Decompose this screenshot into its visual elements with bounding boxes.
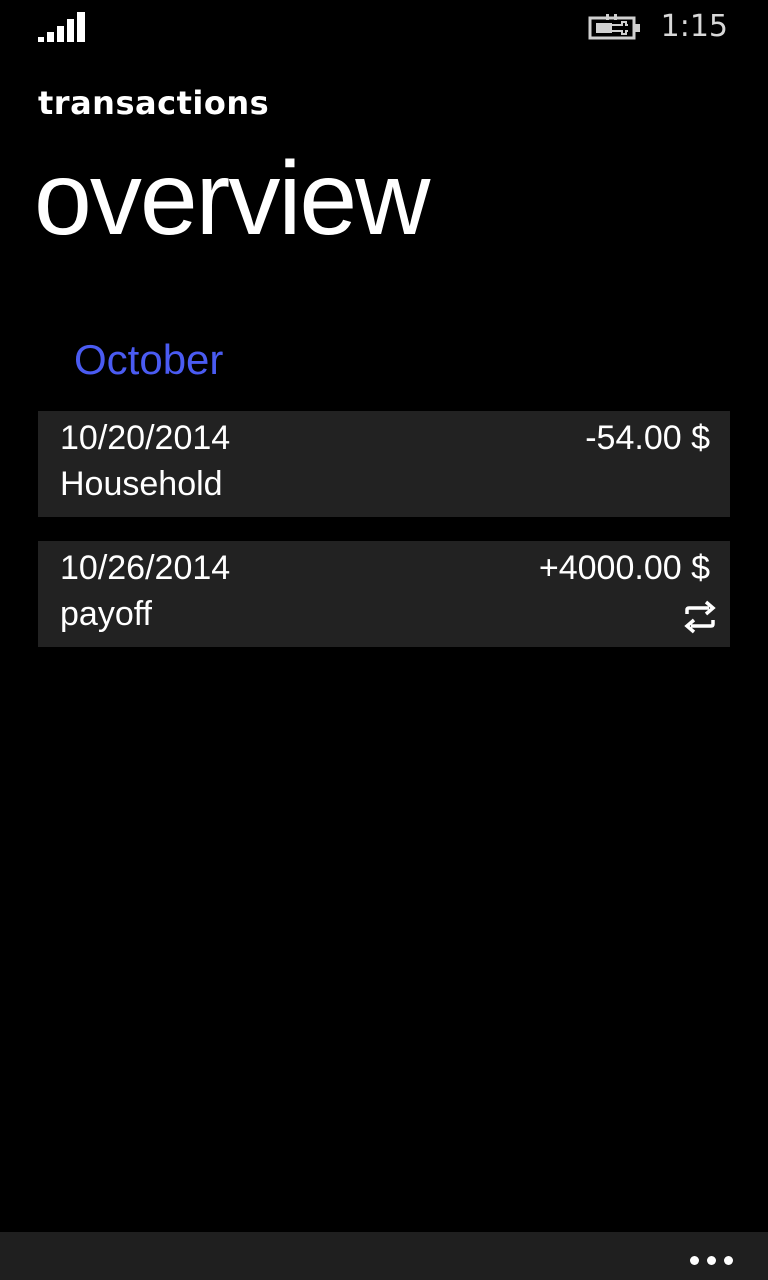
repeat-icon: [684, 600, 716, 634]
app-title: transactions: [38, 84, 270, 122]
transaction-item[interactable]: 10/26/2014 payoff +4000.00 $: [38, 541, 730, 647]
signal-strength-icon: [38, 12, 85, 42]
more-dots-icon[interactable]: [688, 1240, 736, 1272]
transaction-list: 10/20/2014 Household -54.00 $ 10/26/2014…: [38, 411, 730, 671]
group-header-october: October: [74, 336, 224, 383]
status-bar: 1:15: [0, 0, 768, 56]
transaction-item[interactable]: 10/20/2014 Household -54.00 $: [38, 411, 730, 517]
dot: [690, 1256, 699, 1265]
status-time: 1:15: [660, 9, 728, 44]
app-bar: [0, 1232, 768, 1280]
transaction-date: 10/26/2014: [60, 549, 231, 587]
transaction-category: payoff: [60, 595, 153, 633]
transaction-amount: -54.00 $: [585, 419, 710, 457]
dot: [724, 1256, 733, 1265]
transaction-date: 10/20/2014: [60, 419, 231, 457]
dot: [707, 1256, 716, 1265]
battery-charging-icon: [588, 14, 640, 40]
transaction-amount: +4000.00 $: [538, 549, 710, 587]
page-title: overview: [34, 141, 430, 257]
transaction-category: Household: [60, 465, 223, 503]
